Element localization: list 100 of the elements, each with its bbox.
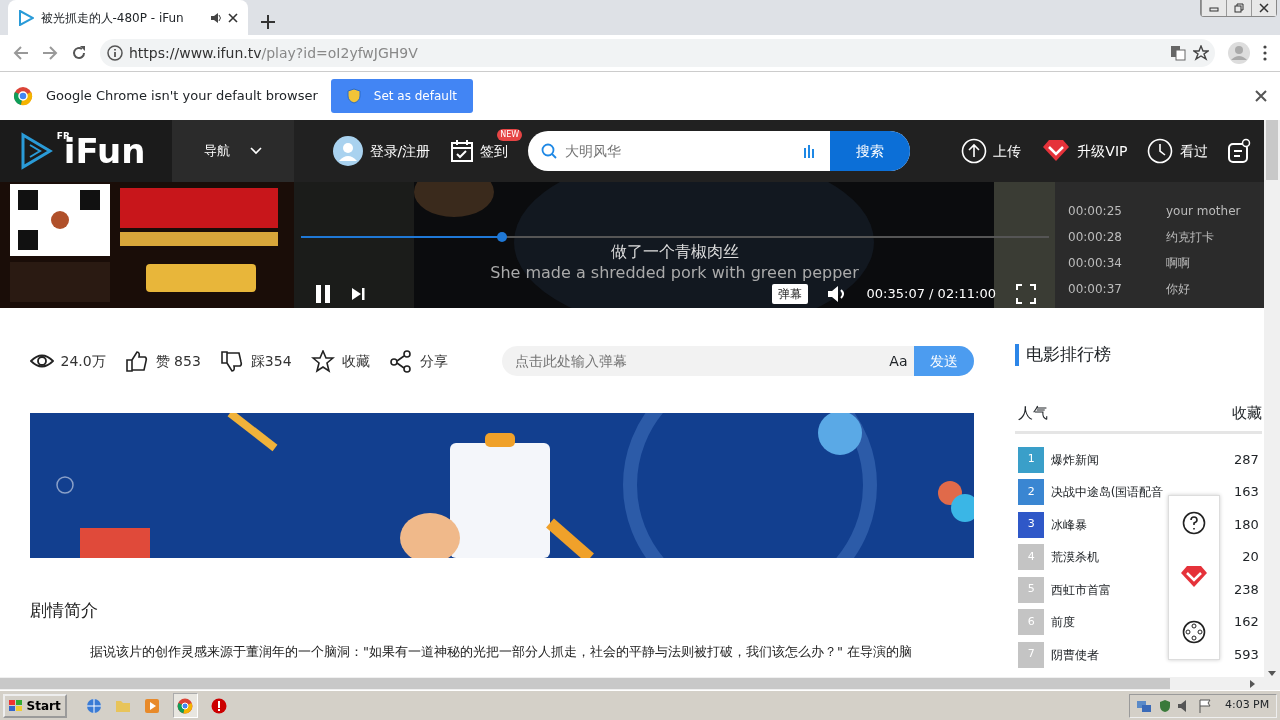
info-icon [106, 45, 123, 61]
ifun-logo-icon [19, 131, 54, 171]
history-link[interactable]: 看过 [1147, 138, 1208, 164]
rank-number: 7 [1018, 641, 1045, 668]
horizontal-scrollbar[interactable] [0, 677, 1280, 690]
ranking-item[interactable]: 5 西虹市首富 238 [1018, 576, 1262, 603]
clock-icon [1147, 138, 1173, 164]
nav-menu[interactable]: 导航 [172, 120, 294, 182]
rank-number: 6 [1018, 609, 1045, 635]
menu-icon[interactable] [1263, 45, 1267, 61]
clock-text: 4:03 PM [1224, 697, 1270, 714]
thumbs-up-icon [125, 349, 150, 373]
ranking-title: 电影排行榜 [1025, 343, 1111, 366]
close-icon[interactable] [1255, 90, 1267, 102]
chrome-logo-icon [13, 86, 33, 106]
danmaku-time: 00:00:34 [1068, 254, 1123, 272]
danmaku-bar[interactable]: 点击此处输入弹幕 Aa 发送 [502, 346, 974, 376]
translate-icon[interactable] [1170, 45, 1186, 61]
calendar-check-icon [449, 139, 474, 163]
tab-title: 被光抓走的人-480P - iFun [40, 9, 185, 27]
new-badge: NEW [497, 129, 523, 141]
shield-icon[interactable] [1158, 698, 1171, 713]
vip-link[interactable]: 升级VIP [1040, 138, 1128, 164]
infobar-message: Google Chrome isn't your default browser [46, 87, 318, 106]
search-icon [540, 143, 557, 159]
reload-icon[interactable] [71, 45, 87, 61]
search-bar[interactable]: 大明风华 搜索 [527, 131, 910, 171]
ranking-item[interactable]: 1 爆炸新闻 287 [1018, 446, 1262, 473]
rank-number: 2 [1018, 479, 1045, 505]
movie-title: 前度 [1050, 614, 1075, 631]
media-player-icon[interactable] [144, 697, 161, 714]
count-text: 593 [1233, 645, 1259, 664]
new-tab-icon[interactable] [261, 14, 275, 29]
restore-icon[interactable] [1233, 3, 1244, 13]
search-button[interactable]: 搜索 [829, 131, 910, 171]
danmaku-time: 00:00:28 [1068, 228, 1123, 246]
avatar-icon [333, 136, 363, 166]
start-button[interactable]: Start [3, 693, 67, 718]
forward-icon[interactable] [42, 45, 58, 61]
login-link[interactable]: 登录/注册 [333, 120, 431, 182]
danmaku-input[interactable]: 点击此处输入弹幕 [502, 346, 883, 376]
views-button[interactable]: 24.0万 [30, 349, 106, 373]
movie-title: 冰峰暴 [1050, 516, 1087, 534]
play-logo-icon [18, 9, 34, 26]
voice-bars-icon[interactable] [802, 144, 817, 158]
scrollbar-thumb[interactable] [0, 678, 1170, 689]
close-icon[interactable] [228, 12, 238, 23]
ranking-item[interactable]: 2 决战中途岛(国语配音 163 [1018, 479, 1262, 505]
checkin-link[interactable]: 签到 [449, 139, 509, 163]
progress-thumb[interactable] [497, 232, 508, 242]
chevron-down-icon [249, 147, 262, 155]
share-icon [389, 349, 414, 373]
message-icon[interactable] [1227, 138, 1251, 164]
close-icon[interactable] [1258, 3, 1269, 13]
upload-link[interactable]: 上传 [960, 138, 1022, 164]
rank-number: 4 [1018, 544, 1045, 570]
font-style-button[interactable]: Aa [882, 346, 914, 376]
movie-title: 决战中途岛(国语配音 [1050, 484, 1164, 501]
rank-number: 3 [1018, 511, 1045, 538]
network-icon[interactable] [1136, 698, 1153, 713]
flag-icon[interactable] [1197, 698, 1212, 713]
scrollbar-thumb[interactable] [1266, 120, 1278, 180]
danmaku-text: 你好 [1166, 280, 1190, 298]
ranking-item[interactable]: 7 阴曹使者 593 [1018, 641, 1262, 668]
star-icon [311, 349, 336, 373]
help-icon[interactable] [1182, 510, 1206, 535]
subtitle-text: She made a shredded pork with green pepper [490, 264, 859, 282]
address-bar[interactable]: https://www.ifun.tv/play?id=oI2yfwJGH9V [100, 39, 1215, 67]
time-display: 00:35:07 / 02:11:00 [866, 284, 996, 303]
chrome-logo-icon[interactable] [177, 697, 194, 714]
pause-icon[interactable] [313, 283, 332, 304]
next-icon[interactable] [351, 286, 365, 301]
globe-icon[interactable] [86, 697, 103, 714]
film-reel-icon[interactable] [1182, 620, 1206, 645]
speaker-icon [209, 11, 222, 24]
shield-icon [346, 88, 361, 104]
share-button[interactable]: 分享 [389, 349, 448, 373]
column-header: 人气 [1018, 402, 1049, 424]
back-icon[interactable] [13, 45, 29, 61]
ranking-item[interactable]: 4 荒漠杀机 20 [1018, 544, 1262, 570]
subtitle-text: 做了一个青椒肉丝 [610, 241, 739, 263]
browser-tab[interactable]: 被光抓走的人-480P - iFun [8, 0, 248, 35]
ranking-item[interactable]: 3 冰峰暴 180 [1018, 511, 1262, 538]
favorite-button[interactable]: 收藏 [311, 349, 370, 373]
set-default-button[interactable]: Set as default [330, 79, 473, 113]
scroll-right-icon[interactable] [1250, 679, 1256, 688]
like-button[interactable]: 赞 853 [125, 349, 201, 373]
rank-number: 5 [1018, 576, 1045, 603]
movie-title: 西虹市首富 [1050, 581, 1111, 599]
dislike-button[interactable]: 踩354 [220, 349, 292, 373]
count-text: 20 [1242, 548, 1259, 567]
minimize-icon[interactable] [1208, 4, 1219, 12]
vertical-scrollbar[interactable] [1264, 120, 1280, 677]
fullscreen-icon[interactable] [1015, 283, 1036, 304]
ranking-item[interactable]: 6 前度 162 [1018, 609, 1262, 635]
count-text: 180 [1233, 515, 1259, 534]
stop-icon[interactable] [210, 697, 227, 714]
danmaku-text: 约克打卡 [1166, 228, 1214, 246]
url-text: https://www.ifun.tv/play?id=oI2yfwJGH9V [129, 43, 419, 63]
star-icon[interactable] [1192, 45, 1209, 61]
